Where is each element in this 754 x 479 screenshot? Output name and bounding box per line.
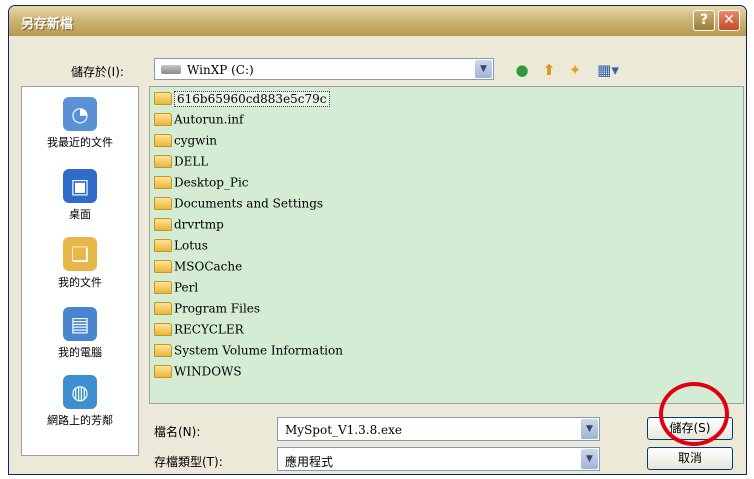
folder-icon <box>154 176 172 189</box>
file-name: MSOCache <box>174 259 243 274</box>
recent-documents-icon: ◔ <box>63 97 97 131</box>
back-icon[interactable]: ● <box>512 60 532 80</box>
file-list[interactable]: 616b65960cd883e5c79c Autorun.inf cygwin … <box>149 86 744 404</box>
filename-label: 檔名(N): <box>154 425 201 439</box>
up-folder-icon[interactable]: ⬆ <box>539 60 559 80</box>
folder-icon <box>154 365 172 378</box>
file-name: WINDOWS <box>174 364 242 379</box>
file-name: drvrtmp <box>174 217 224 232</box>
chevron-down-icon[interactable]: ▼ <box>581 449 598 469</box>
filetype-label: 存檔類型(T): <box>154 455 223 469</box>
file-name: Desktop_Pic <box>174 175 249 190</box>
file-name: Program Files <box>174 301 261 316</box>
file-name: Documents and Settings <box>174 196 324 211</box>
list-item[interactable]: Perl <box>154 280 198 298</box>
folder-icon <box>154 113 172 126</box>
file-name: Autorun.inf <box>174 112 244 127</box>
drive-icon <box>161 65 181 74</box>
folder-icon <box>154 302 172 315</box>
place-label: 桌面 <box>69 208 91 221</box>
cancel-button[interactable]: 取消 <box>647 447 733 470</box>
file-name: 616b65960cd883e5c79c <box>174 90 330 107</box>
desktop-icon: ▣ <box>63 169 97 203</box>
place-label: 我最近的文件 <box>47 136 113 149</box>
list-item[interactable]: MSOCache <box>154 259 242 277</box>
my-computer-icon: ▤ <box>63 307 97 341</box>
folder-icon <box>154 134 172 147</box>
file-name: RECYCLER <box>174 322 244 337</box>
filename-value: MySpot_V1.3.8.exe <box>285 423 402 437</box>
list-item[interactable]: RECYCLER <box>154 322 244 340</box>
views-menu-icon[interactable]: ▦▾ <box>593 60 623 80</box>
places-bar: ◔ 我最近的文件 ▣ 桌面 ❏ 我的文件 ▤ 我的電腦 ◍ 網路上的芳鄰 <box>21 86 139 456</box>
file-name: Lotus <box>174 238 208 253</box>
list-item[interactable]: 616b65960cd883e5c79c <box>154 90 330 109</box>
filetype-dropdown[interactable]: 應用程式 ▼ <box>277 447 600 471</box>
save-as-dialog: 另存新檔 ? ✕ 儲存於(I): WinXP (C:) ▼ ● ⬆ ✦ ▦▾ ◔… <box>8 5 747 475</box>
list-item[interactable]: drvrtmp <box>154 217 224 235</box>
file-name: DELL <box>174 154 209 169</box>
place-label: 我的電腦 <box>58 346 102 359</box>
folder-icon <box>154 323 172 336</box>
my-documents-icon: ❏ <box>63 237 97 271</box>
folder-icon <box>154 197 172 210</box>
place-desktop[interactable]: ▣ 桌面 <box>22 169 138 222</box>
place-recent-documents[interactable]: ◔ 我最近的文件 <box>22 97 138 150</box>
list-item[interactable]: Program Files <box>154 301 260 319</box>
save-in-label: 儲存於(I): <box>71 65 124 79</box>
place-label: 網路上的芳鄰 <box>47 414 113 427</box>
list-item[interactable]: Autorun.inf <box>154 112 243 130</box>
save-in-value: WinXP (C:) <box>187 63 254 77</box>
place-label: 我的文件 <box>58 276 102 289</box>
new-folder-icon[interactable]: ✦ <box>565 60 585 80</box>
save-in-dropdown[interactable]: WinXP (C:) ▼ <box>154 58 494 80</box>
list-item[interactable]: Documents and Settings <box>154 196 323 214</box>
file-name: cygwin <box>174 133 218 148</box>
list-item[interactable]: cygwin <box>154 133 217 151</box>
place-my-documents[interactable]: ❏ 我的文件 <box>22 237 138 290</box>
folder-icon <box>154 239 172 252</box>
place-network[interactable]: ◍ 網路上的芳鄰 <box>22 375 138 428</box>
folder-icon <box>154 260 172 273</box>
list-item[interactable]: System Volume Information <box>154 343 343 361</box>
filetype-value: 應用程式 <box>285 455 334 469</box>
place-my-computer[interactable]: ▤ 我的電腦 <box>22 307 138 360</box>
folder-icon <box>154 281 172 294</box>
window-title: 另存新檔 <box>21 17 74 32</box>
chevron-down-icon[interactable]: ▼ <box>475 60 492 78</box>
highlight-circle-annotation <box>659 382 729 446</box>
list-item[interactable]: Lotus <box>154 238 208 256</box>
list-item[interactable]: WINDOWS <box>154 364 242 382</box>
folder-icon <box>154 92 172 105</box>
list-item[interactable]: DELL <box>154 154 208 172</box>
help-button[interactable]: ? <box>693 10 715 31</box>
file-name: Perl <box>174 280 199 295</box>
folder-icon <box>154 155 172 168</box>
close-button[interactable]: ✕ <box>718 10 740 31</box>
list-item[interactable]: Desktop_Pic <box>154 175 249 193</box>
filename-input[interactable]: MySpot_V1.3.8.exe ▼ <box>277 417 600 441</box>
title-bar[interactable]: 另存新檔 ? ✕ <box>9 6 746 36</box>
file-name: System Volume Information <box>174 343 343 358</box>
folder-icon <box>154 218 172 231</box>
folder-icon <box>154 344 172 357</box>
network-places-icon: ◍ <box>63 375 97 409</box>
chevron-down-icon[interactable]: ▼ <box>581 419 598 439</box>
